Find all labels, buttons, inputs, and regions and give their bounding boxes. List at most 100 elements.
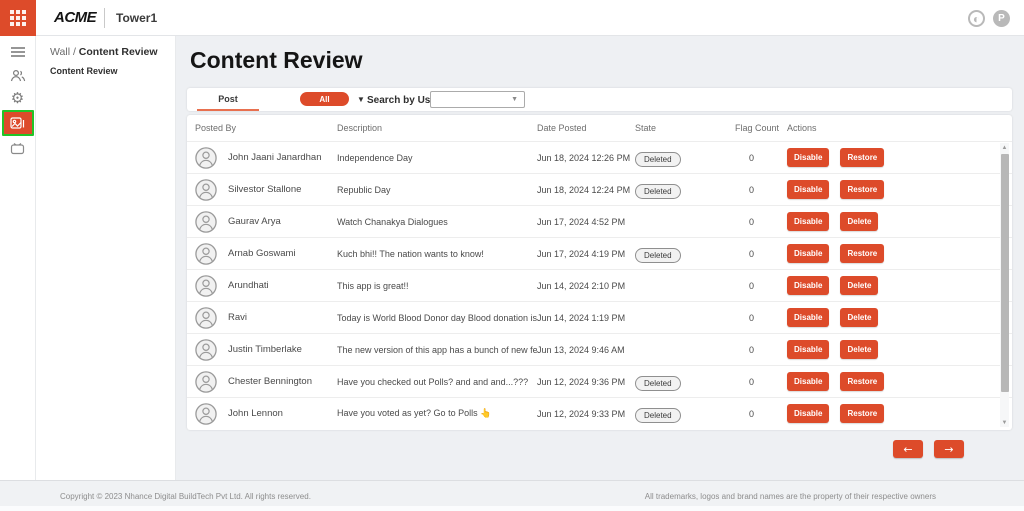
flag-count-cell: 0 (735, 281, 787, 291)
posted-by-cell: Ravi (195, 307, 337, 329)
date-posted-cell: Jun 18, 2024 12:26 PM (537, 153, 635, 163)
app-window: ACME Tower1 ◐ P ⚙ Wall / Content Review (0, 0, 1024, 511)
content-review-icon[interactable] (2, 110, 34, 136)
disable-button[interactable]: Disable (787, 180, 829, 199)
posted-by-name: Gaurav Arya (228, 216, 281, 227)
date-posted-cell: Jun 12, 2024 9:36 PM (537, 377, 635, 387)
breadcrumb-current: Content Review (79, 46, 158, 58)
avatar-icon (195, 211, 217, 233)
delete-button[interactable]: Delete (840, 308, 878, 327)
table-row: John Lennon Have you voted as yet? Go to… (187, 397, 1012, 429)
flag-count-cell: 0 (735, 345, 787, 355)
disable-button[interactable]: Disable (787, 308, 829, 327)
restore-button[interactable]: Restore (840, 404, 884, 423)
display-icon[interactable] (3, 137, 33, 159)
avatar-icon (195, 371, 217, 393)
breadcrumb-parent[interactable]: Wall (50, 46, 70, 58)
posted-by-name: John Jaani Janardhan (228, 152, 322, 163)
col-date-posted: Date Posted (537, 123, 635, 133)
actions-cell: Disable Delete (787, 340, 1012, 359)
settings-gear-icon[interactable]: ⚙ (3, 87, 33, 109)
posted-by-name: Silvestor Stallone (228, 184, 301, 195)
col-actions: Actions (787, 123, 1012, 133)
posted-by-cell: Silvestor Stallone (195, 179, 337, 201)
tab-post[interactable]: Post (197, 88, 259, 111)
table-body: John Jaani Janardhan Independence Day Ju… (187, 141, 1012, 429)
avatar-icon (195, 307, 217, 329)
description-cell: Independence Day (337, 153, 537, 163)
scroll-up-icon[interactable]: ▲ (1000, 143, 1009, 152)
col-state: State (635, 123, 735, 133)
disable-button[interactable]: Disable (787, 244, 829, 263)
posted-by-name: Justin Timberlake (228, 344, 302, 355)
disable-button[interactable]: Disable (787, 148, 829, 167)
date-posted-cell: Jun 12, 2024 9:33 PM (537, 409, 635, 419)
footer: Copyright © 2023 Nhance Digital BuildTec… (0, 480, 1024, 511)
users-icon[interactable] (3, 64, 33, 86)
delete-button[interactable]: Delete (840, 212, 878, 231)
pagination: ← → (893, 440, 964, 458)
avatar-icon (195, 275, 217, 297)
date-posted-cell: Jun 18, 2024 12:24 PM (537, 185, 635, 195)
actions-cell: Disable Delete (787, 212, 1012, 231)
delete-button[interactable]: Delete (840, 276, 878, 295)
posted-by-name: John Lennon (228, 408, 283, 419)
scroll-down-icon[interactable]: ▼ (1000, 418, 1009, 427)
state-filter-caret-icon[interactable]: ▼ (357, 95, 365, 104)
search-users-select[interactable]: ▼ (430, 91, 525, 108)
state-cell: Deleted (635, 405, 735, 423)
disable-button[interactable]: Disable (787, 372, 829, 391)
flag-count-cell: 0 (735, 313, 787, 323)
panel-item-content-review[interactable]: Content Review (50, 66, 118, 76)
profile-avatar[interactable]: P (993, 10, 1010, 27)
description-cell: The new version of this app has a bunch … (337, 345, 537, 355)
disable-button[interactable]: Disable (787, 212, 829, 231)
disable-button[interactable]: Disable (787, 404, 829, 423)
trademark-text: All trademarks, logos and brand names ar… (645, 492, 936, 501)
flag-count-cell: 0 (735, 185, 787, 195)
flag-count-cell: 0 (735, 217, 787, 227)
menu-icon[interactable] (3, 41, 33, 63)
apps-grid-button[interactable] (0, 0, 36, 36)
prev-page-button[interactable]: ← (893, 440, 923, 458)
breadcrumb-separator: / (73, 46, 76, 58)
posted-by-cell: John Lennon (195, 403, 337, 425)
state-badge: Deleted (635, 152, 681, 167)
table-scrollbar[interactable]: ▲ ▼ (1000, 143, 1009, 427)
restore-button[interactable]: Restore (840, 180, 884, 199)
posted-by-cell: Gaurav Arya (195, 211, 337, 233)
workspace-name: Tower1 (116, 11, 157, 25)
actions-cell: Disable Restore (787, 372, 1012, 391)
icon-rail: ⚙ (0, 36, 36, 480)
state-filter-pill[interactable]: All (300, 92, 349, 106)
state-cell: Deleted (635, 149, 735, 167)
secondary-panel: Wall / Content Review Content Review (36, 36, 176, 480)
topbar-divider (104, 8, 105, 28)
delete-button[interactable]: Delete (840, 340, 878, 359)
posted-by-name: Arundhati (228, 280, 269, 291)
table-row: Arundhati This app is great!! Jun 14, 20… (187, 269, 1012, 301)
disable-button[interactable]: Disable (787, 340, 829, 359)
actions-cell: Disable Restore (787, 148, 1012, 167)
disable-button[interactable]: Disable (787, 276, 829, 295)
table-header: Posted By Description Date Posted State … (187, 115, 1012, 141)
restore-button[interactable]: Restore (840, 148, 884, 167)
description-cell: Have you voted as yet? Go to Polls 👆 (337, 408, 537, 419)
posted-by-name: Arnab Goswami (228, 248, 296, 259)
content-table: Posted By Description Date Posted State … (187, 115, 1012, 430)
restore-button[interactable]: Restore (840, 372, 884, 391)
theme-contrast-icon[interactable]: ◐ (968, 10, 985, 27)
avatar-icon (195, 179, 217, 201)
posted-by-cell: John Jaani Janardhan (195, 147, 337, 169)
date-posted-cell: Jun 14, 2024 1:19 PM (537, 313, 635, 323)
restore-button[interactable]: Restore (840, 244, 884, 263)
posted-by-name: Chester Bennington (228, 376, 312, 387)
date-posted-cell: Jun 17, 2024 4:19 PM (537, 249, 635, 259)
state-cell: Deleted (635, 373, 735, 391)
posted-by-cell: Arundhati (195, 275, 337, 297)
scrollbar-thumb[interactable] (1001, 154, 1009, 392)
description-cell: Watch Chanakya Dialogues (337, 217, 537, 227)
avatar-icon (195, 403, 217, 425)
next-page-button[interactable]: → (934, 440, 964, 458)
avatar-icon (195, 147, 217, 169)
